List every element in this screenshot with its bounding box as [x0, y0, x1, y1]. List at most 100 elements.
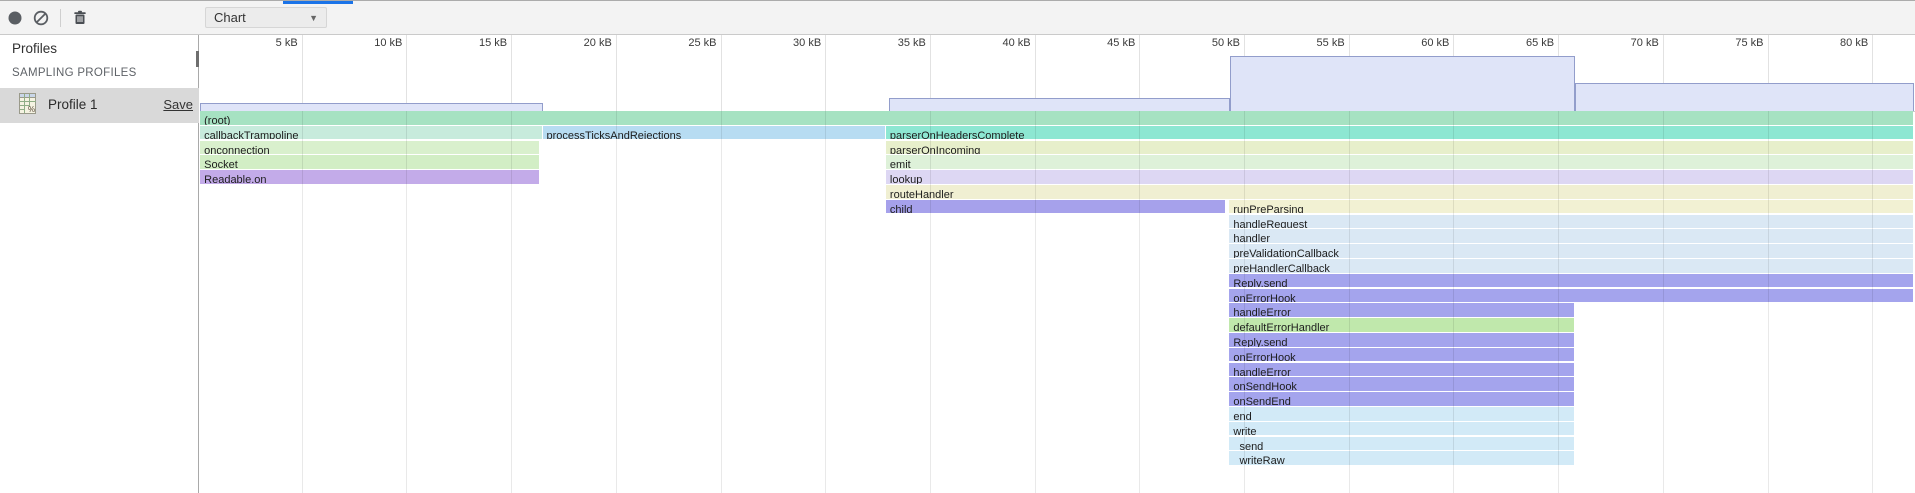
frame-handler[interactable]: handler [1229, 229, 1913, 243]
frame-label: onErrorHook [1229, 293, 1295, 303]
frame-label: handleRequest [1229, 219, 1307, 229]
frame-handleerror[interactable]: handleError [1229, 303, 1574, 317]
record-icon [2, 9, 28, 27]
profiles-sidebar: Profiles SAMPLING PROFILES % Profile 1 S… [0, 35, 199, 493]
ruler-tick-label: 30 kB [755, 37, 821, 49]
frame-label: _send [1229, 441, 1263, 451]
frame-label: handleError [1229, 367, 1290, 377]
frame-label: routeHandler [886, 189, 954, 199]
frame-label: (root) [200, 115, 230, 125]
frame-label: parserOnIncoming [886, 145, 981, 155]
frame-onerrorhook[interactable]: onErrorHook [1229, 289, 1913, 303]
ruler-tick-label: 50 kB [1174, 37, 1240, 49]
frame-reply-send[interactable]: Reply.send [1229, 333, 1574, 347]
frame-processticksandrejections[interactable]: processTicksAndRejections [543, 126, 885, 140]
frame-onsendend[interactable]: onSendEnd [1229, 392, 1574, 406]
overview-step[interactable] [1230, 56, 1574, 111]
frame-handlerequest[interactable]: handleRequest [1229, 215, 1913, 229]
save-profile-link[interactable]: Save [163, 97, 193, 112]
frame-label: lookup [886, 174, 922, 184]
clear-profiles-button[interactable] [28, 5, 54, 31]
frame-onconnection[interactable]: onconnection [200, 141, 539, 155]
toolbar-separator [60, 9, 61, 27]
frame-label: processTicksAndRejections [543, 130, 682, 140]
frame-prehandlercallback[interactable]: preHandlerCallback [1229, 259, 1913, 273]
ruler-tick-label: 40 kB [965, 37, 1031, 49]
ruler-tick-label: 65 kB [1488, 37, 1554, 49]
frame-label: child [886, 204, 913, 214]
frame-readable-on[interactable]: Readable.on [200, 170, 539, 184]
frame-parseronincoming[interactable]: parserOnIncoming [886, 141, 1913, 155]
frame-label: handleError [1229, 307, 1290, 317]
frame-label: Reply.send [1229, 337, 1287, 347]
chevron-down-icon: ▼ [309, 13, 318, 23]
frame-label: onErrorHook [1229, 352, 1295, 362]
ruler-tick-label: 80 kB [1802, 37, 1868, 49]
chart-pane: 5 kB10 kB15 kB20 kB25 kB30 kB35 kB40 kB4… [200, 35, 1915, 493]
frame-child[interactable]: child [886, 200, 1225, 214]
frame--root-[interactable]: (root) [200, 111, 1913, 125]
ruler-tick-label: 60 kB [1383, 37, 1449, 49]
frame-callbacktrampoline[interactable]: callbackTrampoline [200, 126, 541, 140]
chart-view-select-value: Chart [214, 10, 246, 25]
sidebar-item-profile-1[interactable]: % Profile 1 Save [0, 88, 199, 123]
ruler-tick-label: 20 kB [546, 37, 612, 49]
frame-label: parserOnHeadersComplete [886, 130, 1025, 140]
frame-handleerror[interactable]: handleError [1229, 363, 1574, 377]
frame-reply-send[interactable]: Reply.send [1229, 274, 1913, 288]
flame-chart: (root) callbackTrampoline processTicksAndR… [200, 111, 1915, 493]
frame-label: defaultErrorHandler [1229, 322, 1329, 332]
frame-write-[interactable]: write_ [1229, 422, 1574, 436]
overview-step[interactable] [200, 103, 542, 111]
frame-label: handler [1229, 233, 1270, 243]
frame-prevalidationcallback[interactable]: preValidationCallback [1229, 244, 1913, 258]
frame-label: preValidationCallback [1229, 248, 1339, 258]
frame-routehandler[interactable]: routeHandler [886, 185, 1913, 199]
ruler-tick-label: 10 kB [336, 37, 402, 49]
chart-view-select[interactable]: Chart ▼ [205, 7, 327, 28]
ruler-tick-label: 25 kB [651, 37, 717, 49]
frame-label: emit [886, 159, 911, 169]
frame-label: end [1229, 411, 1251, 421]
frame-lookup[interactable]: lookup [886, 170, 1913, 184]
ruler-tick-label: 75 kB [1698, 37, 1764, 49]
trash-icon [67, 9, 93, 27]
ruler-tick-label: 35 kB [860, 37, 926, 49]
frame--send[interactable]: _send [1229, 437, 1574, 451]
frame-defaulterrorhandler[interactable]: defaultErrorHandler [1229, 318, 1574, 332]
frame-emit[interactable]: emit [886, 155, 1913, 169]
allocation-overview[interactable] [200, 51, 1915, 111]
delete-profile-button[interactable] [67, 5, 93, 31]
frame-parseronheaderscomplete[interactable]: parserOnHeadersComplete [886, 126, 1913, 140]
clear-icon [28, 9, 54, 27]
ruler-tick-label: 45 kB [1069, 37, 1135, 49]
record-heap-profile-button[interactable] [2, 5, 28, 31]
frame-label: Socket [200, 159, 238, 169]
frame-onerrorhook[interactable]: onErrorHook [1229, 348, 1574, 362]
ruler-tick-label: 70 kB [1593, 37, 1659, 49]
sidebar-heading: Profiles [12, 41, 57, 56]
ruler-tick-label: 55 kB [1279, 37, 1345, 49]
devtools-profiler-panel: Chart ▼ Profiles SAMPLING PROFILES % Pro… [0, 0, 1915, 493]
frame-label: Reply.send [1229, 278, 1287, 288]
svg-text:%: % [28, 105, 35, 114]
frame--writeraw[interactable]: _writeRaw [1229, 451, 1574, 465]
frame-label: callbackTrampoline [200, 130, 298, 140]
sampling-profiles-section-label: SAMPLING PROFILES [12, 67, 137, 79]
frame-label: onSendHook [1229, 381, 1297, 391]
profile-name: Profile 1 [48, 97, 98, 112]
frame-onsendhook[interactable]: onSendHook [1229, 377, 1574, 391]
frame-socket[interactable]: Socket [200, 155, 539, 169]
frame-label: onconnection [200, 145, 269, 155]
frame-label: write_ [1229, 426, 1262, 436]
overview-step[interactable] [889, 98, 1230, 111]
profiler-toolbar: Chart ▼ [0, 1, 1915, 35]
overview-left-grip[interactable] [196, 51, 199, 67]
frame-label: runPreParsing [1229, 204, 1303, 214]
frame-end[interactable]: end [1229, 407, 1574, 421]
ruler-tick-label: 5 kB [232, 37, 298, 49]
frame-runpreparsing[interactable]: runPreParsing [1229, 200, 1913, 214]
overview-step[interactable] [1575, 83, 1914, 111]
heap-profile-icon: % [19, 93, 36, 119]
frame-label: Readable.on [200, 174, 266, 184]
